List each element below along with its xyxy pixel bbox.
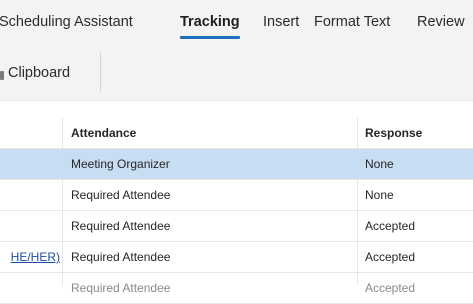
response-cell: Accepted <box>365 219 416 233</box>
active-tab-indicator <box>180 36 240 39</box>
response-cell: None <box>365 157 394 171</box>
table-row[interactable]: Required Attendee None <box>0 180 473 211</box>
table-row[interactable]: Meeting Organizer None <box>0 149 473 180</box>
header-response[interactable]: Response <box>365 126 422 140</box>
table-row[interactable]: Required Attendee Accepted <box>0 211 473 242</box>
attendance-cell[interactable]: Required Attendee <box>71 188 170 202</box>
ribbon-panel: Clipboard <box>0 44 473 100</box>
table-row[interactable]: HE/HER) Required Attendee Accepted <box>0 242 473 273</box>
attendance-cell[interactable]: Required Attendee <box>71 281 170 295</box>
attendance-cell[interactable]: Meeting Organizer <box>71 157 170 171</box>
tab-tracking-label: Tracking <box>180 14 240 30</box>
response-cell: Accepted <box>365 250 416 264</box>
tab-tracking[interactable]: Tracking <box>180 14 240 39</box>
response-cell: None <box>365 188 394 202</box>
tab-insert[interactable]: Insert <box>263 14 299 30</box>
ribbon-tab-bar: Scheduling Assistant Tracking Insert For… <box>0 0 473 44</box>
attendee-name[interactable]: HE/HER) <box>0 250 60 264</box>
clipboard-icon[interactable] <box>0 71 4 80</box>
tab-format-text[interactable]: Format Text <box>314 14 390 30</box>
tab-review[interactable]: Review <box>417 14 465 30</box>
table-row[interactable]: Required Attendee Accepted <box>0 273 473 304</box>
attendee-tracking-grid: Attendance Response Meeting Organizer No… <box>0 100 473 304</box>
ribbon-group-divider <box>100 53 101 91</box>
table-header-row: Attendance Response <box>0 118 473 149</box>
clipboard-button[interactable]: Clipboard <box>8 65 70 81</box>
attendance-cell[interactable]: Required Attendee <box>71 219 170 233</box>
attendance-cell[interactable]: Required Attendee <box>71 250 170 264</box>
header-attendance[interactable]: Attendance <box>71 126 136 140</box>
response-cell: Accepted <box>365 281 416 295</box>
tab-scheduling-assistant[interactable]: Scheduling Assistant <box>0 14 133 30</box>
